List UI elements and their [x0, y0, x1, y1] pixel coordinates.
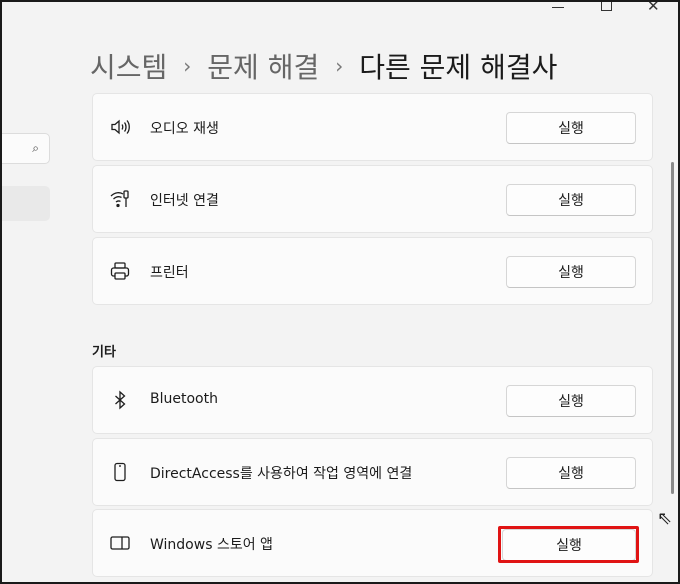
run-button[interactable]: 실행	[506, 256, 636, 288]
breadcrumb-system[interactable]: 시스템	[90, 46, 167, 86]
list-item-audio: 오디오 재생 실행	[92, 93, 653, 161]
run-button[interactable]: 실행	[506, 385, 636, 417]
close-icon[interactable]: ✕	[647, 2, 660, 15]
item-label: Bluetooth	[150, 391, 218, 407]
search-icon: ⌕	[32, 141, 39, 155]
list-item-store-apps: Windows 스토어 앱 실행	[92, 509, 653, 577]
mouse-cursor-icon: ⇖	[657, 508, 673, 529]
maximize-icon[interactable]	[601, 2, 612, 11]
section-title-other: 기타	[92, 345, 116, 360]
phone-icon	[114, 462, 126, 482]
bluetooth-icon	[115, 390, 126, 410]
page-title: 다른 문제 해결사	[359, 51, 558, 84]
run-button[interactable]: 실행	[502, 529, 636, 561]
wifi-icon	[110, 190, 129, 208]
search-input[interactable]: ⌕	[2, 133, 50, 164]
list-item-bluetooth: Bluetooth 실행	[92, 366, 653, 434]
item-label: DirectAccess를 사용하여 작업 영역에 연결	[150, 466, 413, 482]
tablet-icon	[110, 536, 130, 550]
run-button[interactable]: 실행	[506, 112, 636, 144]
run-button[interactable]: 실행	[506, 457, 636, 489]
scrollbar[interactable]	[671, 162, 674, 494]
item-label: Windows 스토어 앱	[150, 537, 273, 553]
minimize-icon[interactable]	[552, 2, 564, 8]
list-item-directaccess: DirectAccess를 사용하여 작업 영역에 연결 실행	[92, 438, 653, 506]
settings-window: ✕ ⌕ 시스템 › 문제 해결 › 다른 문제 해결사 오디오 재생 실행 인터	[0, 0, 680, 584]
list-item-internet: 인터넷 연결 실행	[92, 165, 653, 233]
breadcrumb-separator: ›	[335, 54, 344, 78]
speaker-icon	[111, 119, 130, 135]
run-button[interactable]: 실행	[506, 184, 636, 216]
item-label: 프린터	[150, 265, 189, 281]
breadcrumb: 시스템 › 문제 해결 › 다른 문제 해결사	[90, 46, 557, 86]
sidebar-item-selected[interactable]	[2, 186, 50, 221]
list-item-printer: 프린터 실행	[92, 237, 653, 305]
item-label: 인터넷 연결	[150, 193, 219, 209]
breadcrumb-troubleshoot[interactable]: 문제 해결	[207, 46, 319, 86]
breadcrumb-separator: ›	[183, 54, 192, 78]
item-label: 오디오 재생	[150, 121, 219, 137]
printer-icon	[110, 262, 130, 280]
